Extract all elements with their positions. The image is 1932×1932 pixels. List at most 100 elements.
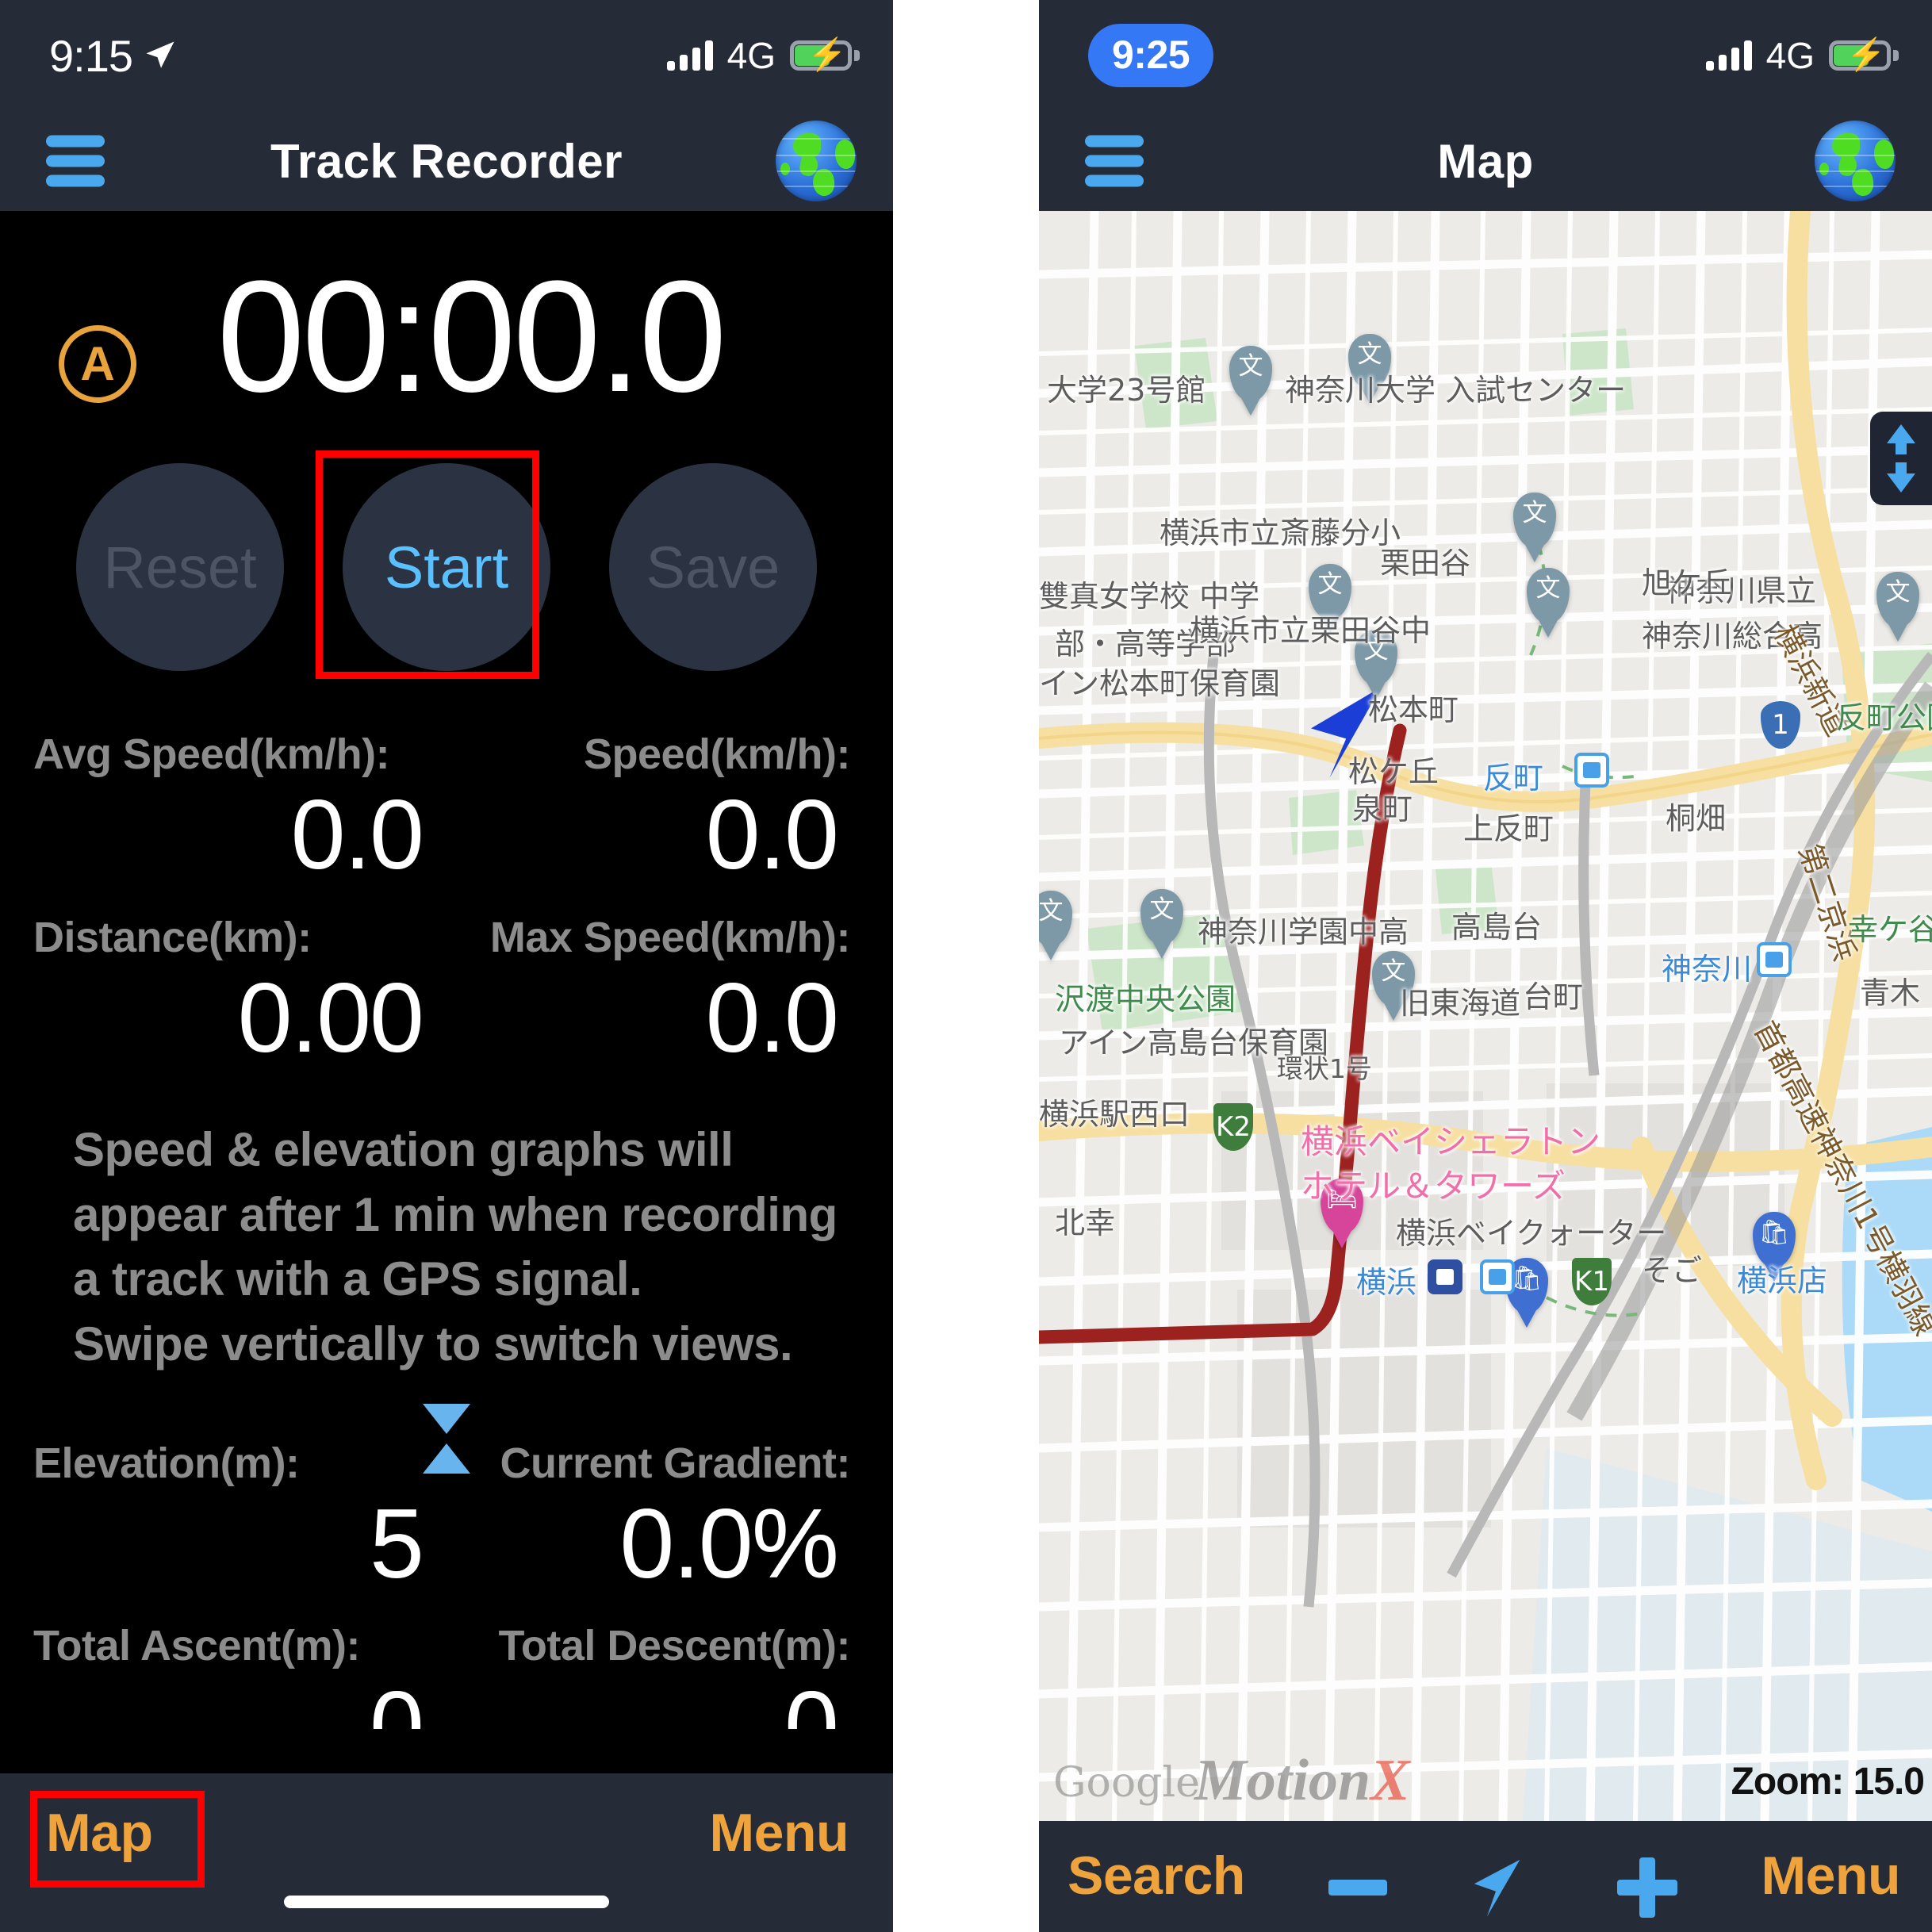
pan-toggle-button[interactable] [1870, 412, 1932, 505]
stat-label: Total Descent(m): [498, 1622, 850, 1670]
motionx-watermark-accent: X [1370, 1748, 1410, 1813]
timer-row: A 00:00.0 [0, 211, 893, 449]
save-button[interactable]: Save [609, 463, 817, 671]
elapsed-timer: 00:00.0 [217, 248, 726, 425]
map-label: 松本町 [1368, 692, 1459, 727]
stat-speed: Speed(km/h): 0.0 [447, 730, 860, 892]
status-time-location-pill: 9:25 [1088, 24, 1214, 87]
google-watermark: Google [1053, 1759, 1200, 1807]
screenshot-stage: 9:15 4G ⚡ Track Recorder A 00:00.0 Reset… [0, 0, 1932, 1932]
battery-charging-icon: ⚡ [1829, 39, 1899, 71]
status-bar-right-group: 4G ⚡ [1705, 34, 1899, 77]
map-label: 泉町 [1352, 792, 1413, 826]
signal-bars-icon [666, 40, 713, 71]
map-label: 幸ケ谷 [1848, 912, 1932, 947]
stat-label: Avg Speed(km/h): [33, 730, 390, 778]
up-down-arrow-icon [1887, 424, 1915, 493]
status-bar-left-group: 9:15 [49, 30, 177, 82]
zoom-level-label: Zoom: 15.0 [1731, 1761, 1925, 1803]
map-label: 神奈川 [1662, 952, 1753, 987]
map-label: 横浜市立斎藤分小 [1160, 516, 1401, 550]
zoom-out-button[interactable] [1328, 1880, 1387, 1896]
map-label: 横浜市立栗田谷中 [1190, 613, 1432, 648]
map-label: 横浜 [1356, 1265, 1417, 1300]
track-recorder-body: A 00:00.0 Reset Start Save Avg Speed(km/… [0, 211, 893, 1773]
reset-button[interactable]: Reset [76, 463, 284, 671]
location-arrow-icon [146, 41, 174, 68]
auto-mode-badge[interactable]: A [59, 325, 136, 403]
globe-icon[interactable] [776, 121, 857, 201]
recorder-button-group: Reset Start Save [0, 450, 893, 679]
status-bar-left-group: 9:25 [1088, 24, 1214, 87]
status-bar-right: 9:25 4G ⚡ [1039, 0, 1932, 111]
stat-value: 0.0 [290, 780, 424, 890]
map-label: 青木 [1860, 976, 1921, 1010]
stat-value: 0.0 [705, 780, 839, 890]
stat-value: 0.0 [705, 963, 839, 1073]
map-label: 横浜ベイシェラトン [1301, 1122, 1601, 1161]
nav-bar-left: Track Recorder [0, 111, 893, 211]
map-label: 栗田谷 [1380, 546, 1471, 581]
motionx-watermark: MotionX [1194, 1748, 1410, 1813]
status-bar-right-group: 4G ⚡ [666, 34, 860, 77]
map-label: 神奈川学園中高 [1198, 914, 1409, 949]
stat-value: 0 [784, 1672, 839, 1730]
stat-distance: Distance(km): 0.00 [33, 913, 447, 1075]
train-station-icon[interactable] [1757, 942, 1792, 977]
train-station-icon[interactable] [1480, 1259, 1515, 1294]
triangle-up-icon [423, 1443, 470, 1474]
signal-bars-icon [1705, 40, 1752, 71]
stat-label: Distance(km): [33, 913, 312, 961]
map-label: 沢渡中央公園 [1055, 982, 1236, 1017]
globe-icon[interactable] [1815, 121, 1896, 201]
map-label: 神奈川大学 入試センター [1285, 373, 1627, 408]
stat-avg-speed: Avg Speed(km/h): 0.0 [33, 730, 447, 892]
menu-tab-button[interactable]: Menu [709, 1802, 849, 1864]
map-label: イン松本町保育園 [1039, 666, 1281, 701]
info-line: appear after 1 min when recording [73, 1187, 838, 1241]
map-label: ホテル＆タワーズ [1301, 1167, 1566, 1206]
map-canvas[interactable]: 文 文 文 文 文 文 文 文 文 文 🛏 🛍 🛍 1 K2 K1 大学23号館… [1039, 211, 1932, 1821]
search-button[interactable]: Search [1068, 1845, 1245, 1907]
locate-me-button[interactable] [1470, 1854, 1534, 1921]
map-label: 横浜ベイクォーター [1396, 1216, 1667, 1251]
speed-stats-grid: Avg Speed(km/h): 0.0 Speed(km/h): 0.0 Di… [0, 730, 893, 1075]
triangle-down-icon [423, 1403, 470, 1434]
map-label: 環状1号 [1277, 1053, 1372, 1084]
stat-total-ascent: Total Ascent(m): 0 [33, 1621, 447, 1729]
stat-value: 5 [370, 1489, 424, 1599]
stat-max-speed: Max Speed(km/h): 0.0 [447, 913, 860, 1075]
network-type-label: 4G [726, 35, 776, 76]
map-label: 横浜店 [1737, 1263, 1828, 1298]
stat-label: Total Ascent(m): [33, 1622, 361, 1670]
train-station-icon[interactable] [1574, 753, 1609, 788]
stat-value: 0.0% [619, 1489, 839, 1599]
map-label: 上反町 [1463, 811, 1554, 846]
map-label: そご [1642, 1253, 1703, 1288]
map-label: 横浜駅西口 [1039, 1097, 1190, 1132]
stat-label: Max Speed(km/h): [489, 913, 851, 961]
phone-track-recorder: 9:15 4G ⚡ Track Recorder A 00:00.0 Reset… [0, 0, 893, 1932]
stat-value: 0.00 [237, 963, 424, 1073]
train-station-icon[interactable] [1428, 1259, 1462, 1294]
hamburger-menu-icon[interactable] [1085, 135, 1144, 187]
info-line: Speed & elevation graphs will [73, 1123, 734, 1177]
zoom-in-button[interactable] [1617, 1857, 1678, 1918]
swipe-indicator[interactable] [0, 1393, 893, 1485]
page-title: Map [1437, 134, 1534, 188]
map-label: 桐畑 [1666, 801, 1727, 836]
phone-map: 9:25 4G ⚡ Map 文 文 文 文 文 文 文 文 文 文 🛏 🛍 🛍 … [1039, 0, 1932, 1932]
info-line: a track with a GPS signal. [73, 1252, 642, 1306]
menu-tab-button[interactable]: Menu [1761, 1845, 1900, 1907]
bottom-toolbar-left: Map Menu [0, 1773, 893, 1932]
map-label: 台町 [1523, 979, 1584, 1014]
map-label: 旭ケ丘 [1642, 565, 1733, 600]
map-label: 大学23号館 [1047, 373, 1206, 408]
bottom-toolbar-right: Search Menu [1039, 1821, 1932, 1932]
start-button[interactable]: Start [343, 463, 550, 671]
status-bar-left: 9:15 4G ⚡ [0, 0, 893, 111]
hamburger-menu-icon[interactable] [46, 135, 105, 187]
stat-row-distance: Distance(km): 0.00 Max Speed(km/h): 0.0 [33, 913, 860, 1075]
map-label: 高島台 [1451, 910, 1543, 945]
stat-label: Speed(km/h): [583, 730, 851, 778]
